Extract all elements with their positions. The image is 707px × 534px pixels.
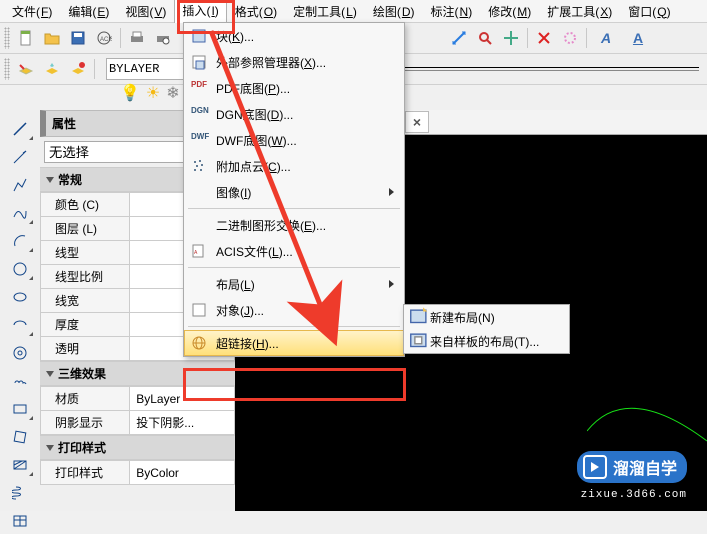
measure-icon[interactable] — [447, 26, 471, 50]
submenu-layout-from-template[interactable]: 来自样板的布局(T)... — [404, 329, 569, 353]
print-icon[interactable] — [125, 26, 149, 50]
polygon-tool-icon[interactable] — [5, 424, 35, 450]
submenu-new-layout[interactable]: 新建布局(N) — [404, 305, 569, 329]
menu-format[interactable]: 格式(O) — [227, 0, 285, 23]
text-style-icon[interactable]: A — [591, 26, 621, 50]
layout-submenu: 新建布局(N) 来自样板的布局(T)... — [403, 304, 570, 354]
3d-table: 材质ByLayer 阴影显示投下阴影... — [40, 386, 235, 435]
helix-tool-icon[interactable] — [5, 480, 35, 506]
menu-item-binary[interactable]: 二进制图形交换(E)... — [184, 212, 404, 238]
menu-item-object[interactable]: 对象(J)... — [184, 297, 404, 323]
menu-insert[interactable]: 插入(I) — [174, 0, 226, 23]
menu-custom-tools[interactable]: 定制工具(L) — [285, 0, 365, 23]
table-row: 打印样式ByColor — [41, 461, 235, 485]
dgn-icon: DGN — [188, 103, 210, 125]
layer-state-3-icon[interactable] — [66, 57, 90, 81]
new-layout-icon — [408, 306, 430, 328]
layer-visibility-icons: 💡 ☀ ❄ — [120, 83, 180, 103]
selection-dropdown[interactable]: 无选择 — [44, 141, 201, 163]
menubar: 文件(F) 编辑(E) 视图(V) 插入(I) 格式(O) 定制工具(L) 绘图… — [0, 0, 707, 23]
menu-ext-tools[interactable]: 扩展工具(X) — [539, 0, 620, 23]
layer-state-2-icon[interactable] — [40, 57, 64, 81]
group-3d[interactable]: 三维效果 — [40, 361, 235, 386]
menu-item-xref[interactable]: 外部参照管理器(X)... — [184, 49, 404, 75]
circle-tool-icon[interactable] — [5, 256, 35, 282]
pdf-icon: PDF — [188, 77, 210, 99]
toolbar-grip[interactable] — [4, 58, 10, 80]
zoom-icon[interactable] — [473, 26, 497, 50]
submenu-arrow-icon — [389, 280, 394, 288]
delete-icon[interactable] — [532, 26, 556, 50]
table-tool-icon[interactable] — [5, 508, 35, 534]
line-tool-icon[interactable] — [5, 116, 35, 142]
watermark-url: zixue.3d66.com — [581, 489, 687, 501]
table-row: 材质ByLayer — [41, 387, 235, 411]
point-cloud-icon — [188, 155, 210, 177]
revcloud-tool-icon[interactable] — [5, 368, 35, 394]
donut-tool-icon[interactable] — [5, 340, 35, 366]
menu-edit[interactable]: 编辑(E) — [60, 0, 117, 23]
pan-icon[interactable] — [499, 26, 523, 50]
acis-icon: A — [188, 240, 210, 262]
snowflake-icon[interactable]: ❄ — [166, 83, 179, 103]
watermark-logo: 溜溜自学 — [577, 451, 687, 483]
print-preview-icon[interactable] — [151, 26, 175, 50]
rectangle-tool-icon[interactable] — [5, 396, 35, 422]
export-acis-icon[interactable]: ACIS — [92, 26, 116, 50]
menu-item-point-cloud[interactable]: 附加点云(C)... — [184, 153, 404, 179]
object-icon — [188, 299, 210, 321]
open-file-icon[interactable] — [40, 26, 64, 50]
spline-tool-icon[interactable] — [5, 200, 35, 226]
block-icon — [188, 25, 210, 47]
menu-item-layout[interactable]: 布局(L) — [184, 271, 404, 297]
menu-item-acis[interactable]: A ACIS文件(L)... — [184, 238, 404, 264]
save-icon[interactable] — [66, 26, 90, 50]
xref-icon — [188, 51, 210, 73]
menu-file[interactable]: 文件(F) — [4, 0, 60, 23]
menu-window[interactable]: 窗口(Q) — [620, 0, 678, 23]
sun-icon[interactable]: ☀ — [146, 83, 160, 103]
highlight-icon[interactable] — [558, 26, 582, 50]
polyline-tool-icon[interactable] — [5, 172, 35, 198]
play-icon — [583, 455, 607, 479]
svg-text:ACIS: ACIS — [100, 37, 112, 43]
hatch-tool-icon[interactable] — [5, 452, 35, 478]
menu-modify[interactable]: 修改(M) — [480, 0, 539, 23]
ellipse-arc-tool-icon[interactable] — [5, 312, 35, 338]
arc-tool-icon[interactable] — [5, 228, 35, 254]
table-row: 阴影显示投下阴影... — [41, 411, 235, 435]
template-layout-icon — [408, 330, 430, 352]
ellipse-tool-icon[interactable] — [5, 284, 35, 310]
plot-table: 打印样式ByColor — [40, 460, 235, 485]
insert-menu-dropdown: 块(K)... 外部参照管理器(X)... PDF PDF底图(P)... DG… — [183, 22, 405, 357]
close-tab-button[interactable]: × — [405, 111, 429, 133]
globe-icon — [188, 332, 210, 354]
menu-draw[interactable]: 绘图(D) — [365, 0, 423, 23]
group-plot[interactable]: 打印样式 — [40, 435, 235, 460]
layer-state-1-icon[interactable] — [14, 57, 38, 81]
menu-dimension[interactable]: 标注(N) — [423, 0, 481, 23]
menu-item-dwf[interactable]: DWF DWF底图(W)... — [184, 127, 404, 153]
lightbulb-icon[interactable]: 💡 — [120, 83, 140, 103]
dwf-icon: DWF — [188, 129, 210, 151]
menu-item-dgn[interactable]: DGN DGN底图(D)... — [184, 101, 404, 127]
new-file-icon[interactable] — [14, 26, 38, 50]
draw-tool-column — [0, 110, 41, 511]
menu-item-block[interactable]: 块(K)... — [184, 23, 404, 49]
toolbar-grip[interactable] — [4, 27, 10, 49]
menu-item-pdf[interactable]: PDF PDF底图(P)... — [184, 75, 404, 101]
menu-view[interactable]: 视图(V) — [117, 0, 174, 23]
drawing-curve — [587, 391, 707, 451]
text-underline-icon[interactable]: A — [623, 26, 653, 50]
menu-item-image[interactable]: 图像(I) — [184, 179, 404, 205]
submenu-arrow-icon — [389, 188, 394, 196]
menu-item-hyperlink[interactable]: 超链接(H)... — [184, 330, 404, 356]
ray-tool-icon[interactable] — [5, 144, 35, 170]
